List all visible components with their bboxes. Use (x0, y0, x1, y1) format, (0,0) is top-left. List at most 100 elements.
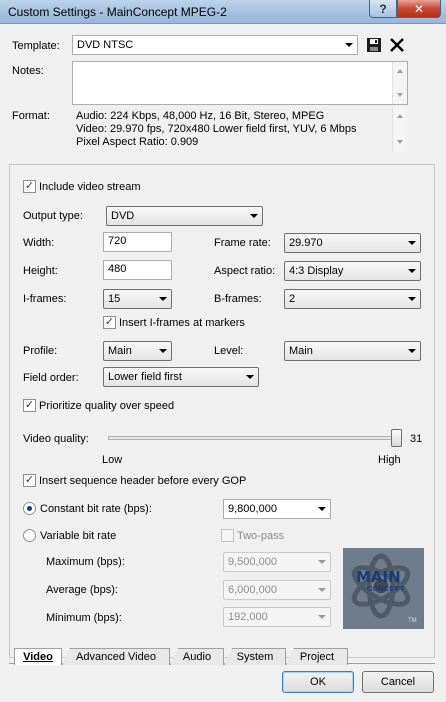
aspect-ratio-dropdown[interactable]: 4:3 Display (284, 261, 421, 281)
chevron-down-icon (246, 375, 254, 379)
chevron-down-icon (408, 269, 416, 273)
chevron-down-icon (318, 588, 326, 592)
video-quality-label: Video quality: (23, 433, 89, 445)
output-type-value: DVD (111, 210, 135, 222)
template-dropdown[interactable]: DVD NTSC (72, 35, 358, 55)
window-title: Custom Settings - MainConcept MPEG-2 (8, 5, 227, 19)
two-pass-checkbox[interactable] (221, 529, 234, 542)
minimum-label: Minimum (bps): (46, 612, 122, 624)
template-value: DVD NTSC (77, 39, 134, 51)
close-button[interactable]: ✕ (397, 0, 441, 18)
height-input[interactable]: 480 (103, 260, 172, 280)
include-video-checkbox[interactable]: ✓ (23, 180, 36, 193)
height-label: Height: (23, 265, 58, 277)
radio-selected-dot (27, 506, 32, 511)
level-value: Main (289, 345, 313, 357)
field-order-dropdown[interactable]: Lower field first (103, 367, 259, 387)
insert-header-checkbox[interactable]: ✓ (23, 474, 36, 487)
two-pass-label: Two-pass (237, 530, 285, 542)
field-order-label: Field order: (23, 372, 79, 384)
tab-project[interactable]: Project (286, 648, 348, 665)
mainconcept-logo: MAIN CONCEPT TM (343, 548, 424, 629)
chevron-down-icon (345, 43, 353, 47)
bframes-dropdown[interactable]: 2 (284, 289, 421, 309)
average-dropdown[interactable]: 6,000,000 (223, 580, 331, 600)
width-input[interactable]: 720 (103, 232, 172, 252)
chevron-down-icon (159, 297, 167, 301)
chevron-down-icon (250, 214, 258, 218)
prioritize-quality-checkbox[interactable]: ✓ (23, 399, 36, 412)
logo-main-text: MAIN (356, 568, 401, 586)
tab-video[interactable]: Video (14, 648, 62, 665)
level-label: Level: (214, 345, 244, 357)
output-type-dropdown[interactable]: DVD (106, 206, 263, 226)
cbr-radio[interactable] (23, 502, 36, 515)
iframes-label: I-frames: (23, 293, 67, 305)
cbr-dropdown[interactable]: 9,800,000 (223, 499, 331, 519)
cancel-button[interactable]: Cancel (362, 671, 434, 693)
chevron-down-icon (408, 297, 416, 301)
notes-label: Notes: (12, 65, 44, 77)
tab-advanced-video[interactable]: Advanced Video (62, 648, 170, 665)
minimum-dropdown[interactable]: 192,000 (223, 607, 331, 627)
bframes-value: 2 (289, 293, 296, 305)
minimum-value: 192,000 (228, 611, 268, 623)
bframes-label: B-frames: (214, 293, 262, 305)
chevron-down-icon (408, 349, 416, 353)
maximum-dropdown[interactable]: 9,500,000 (223, 552, 331, 572)
notes-scrollbar[interactable] (392, 62, 407, 104)
average-label: Average (bps): (46, 584, 118, 596)
template-label: Template: (12, 40, 60, 52)
chevron-down-icon (318, 615, 326, 619)
scroll-down-icon (397, 140, 403, 144)
quality-high-label: High (378, 454, 401, 466)
title-bar[interactable]: Custom Settings - MainConcept MPEG-2 ? ✕ (0, 0, 446, 24)
frame-rate-label: Frame rate: (214, 237, 271, 249)
vbr-radio[interactable] (23, 529, 36, 542)
save-template-button[interactable] (366, 37, 382, 53)
ok-button[interactable]: OK (282, 671, 354, 693)
vbr-label: Variable bit rate (40, 530, 117, 542)
width-label: Width: (23, 237, 55, 249)
profile-value: Main (108, 345, 132, 357)
scroll-down-icon (397, 93, 403, 97)
frame-rate-value: 29.970 (289, 237, 323, 249)
scroll-up-icon (397, 114, 403, 118)
aspect-ratio-label: Aspect ratio: (214, 265, 276, 277)
chevron-down-icon (318, 560, 326, 564)
frame-rate-dropdown[interactable]: 29.970 (284, 233, 421, 253)
insert-iframes-label: Insert I-frames at markers (119, 317, 245, 329)
maximum-value: 9,500,000 (228, 556, 277, 568)
save-icon (367, 38, 381, 52)
average-value: 6,000,000 (228, 584, 277, 596)
delete-template-button[interactable] (389, 37, 405, 53)
help-button[interactable]: ? (369, 0, 397, 18)
aspect-ratio-value: 4:3 Display (289, 265, 344, 277)
notes-textarea[interactable] (72, 61, 408, 105)
profile-label: Profile: (23, 345, 58, 357)
chevron-down-icon (408, 241, 416, 245)
output-type-label: Output type: (23, 210, 83, 222)
chevron-down-icon (159, 349, 167, 353)
field-order-value: Lower field first (108, 371, 182, 383)
format-par-line: Pixel Aspect Ratio: 0.909 (76, 136, 199, 148)
logo-tm-text: TM (408, 618, 417, 624)
insert-iframes-checkbox[interactable]: ✓ (103, 316, 116, 329)
format-scrollbar[interactable] (392, 107, 407, 152)
scroll-up-icon (397, 69, 403, 73)
tab-system[interactable]: System (224, 648, 286, 665)
video-quality-slider[interactable] (108, 436, 398, 440)
video-quality-slider-thumb[interactable] (391, 429, 402, 447)
quality-low-label: Low (102, 454, 123, 466)
level-dropdown[interactable]: Main (284, 341, 421, 361)
insert-header-label: Insert sequence header before every GOP (39, 475, 247, 487)
profile-dropdown[interactable]: Main (103, 341, 172, 361)
prioritize-quality-label: Prioritize quality over speed (39, 400, 175, 412)
include-video-label: Include video stream (39, 181, 141, 193)
iframes-dropdown[interactable]: 15 (103, 289, 172, 309)
delete-icon (390, 38, 404, 52)
cbr-label: Constant bit rate (bps): (40, 503, 152, 515)
format-summary: Audio: 224 Kbps, 48,000 Hz, 16 Bit, Ster… (72, 107, 408, 152)
chevron-down-icon (318, 507, 326, 511)
tab-audio[interactable]: Audio (170, 648, 224, 665)
